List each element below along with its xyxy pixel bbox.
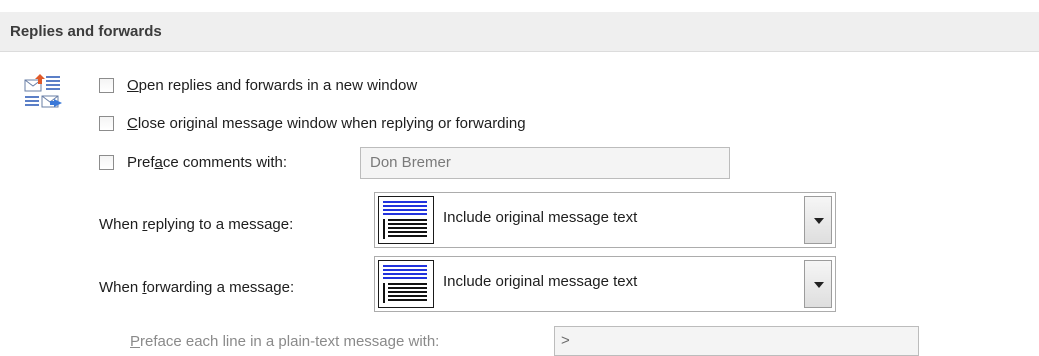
chevron-down-icon[interactable] [804, 260, 832, 308]
option-preface-comments[interactable]: Preface comments with: [99, 154, 287, 171]
section-title: Replies and forwards [10, 23, 162, 40]
option-close-original[interactable]: Close original message window when reply… [99, 115, 526, 132]
message-layout-icon [378, 260, 434, 308]
forwarding-label: When forwarding a message: [99, 279, 295, 296]
close-original-label: Close original message window when reply… [127, 115, 526, 132]
preface-comments-checkbox[interactable] [99, 155, 114, 170]
preface-line-input[interactable]: > [554, 326, 919, 356]
replying-label: When replying to a message: [99, 216, 294, 233]
close-original-checkbox[interactable] [99, 116, 114, 131]
preface-line-label-row: Preface each line in a plain-text messag… [130, 333, 439, 350]
open-new-window-checkbox[interactable] [99, 78, 114, 93]
preface-comments-label: Preface comments with: [127, 154, 288, 171]
forwarding-selected-value: Include original message text [443, 273, 638, 290]
preface-comments-input[interactable]: Don Bremer [360, 147, 730, 179]
chevron-down-icon[interactable] [804, 196, 832, 244]
open-new-window-label: Open replies and forwards in a new windo… [127, 77, 418, 94]
replying-selected-value: Include original message text [443, 209, 638, 226]
reply-forward-icon [24, 72, 68, 118]
replying-label-row: When replying to a message: [99, 216, 293, 233]
section-header: Replies and forwards [0, 12, 1039, 52]
option-open-new-window[interactable]: Open replies and forwards in a new windo… [99, 77, 417, 94]
replying-dropdown[interactable]: Include original message text [374, 192, 836, 248]
forwarding-label-row: When forwarding a message: [99, 279, 294, 296]
forwarding-dropdown[interactable]: Include original message text [374, 256, 836, 312]
preface-line-label: Preface each line in a plain-text messag… [130, 333, 440, 350]
message-layout-icon [378, 196, 434, 244]
